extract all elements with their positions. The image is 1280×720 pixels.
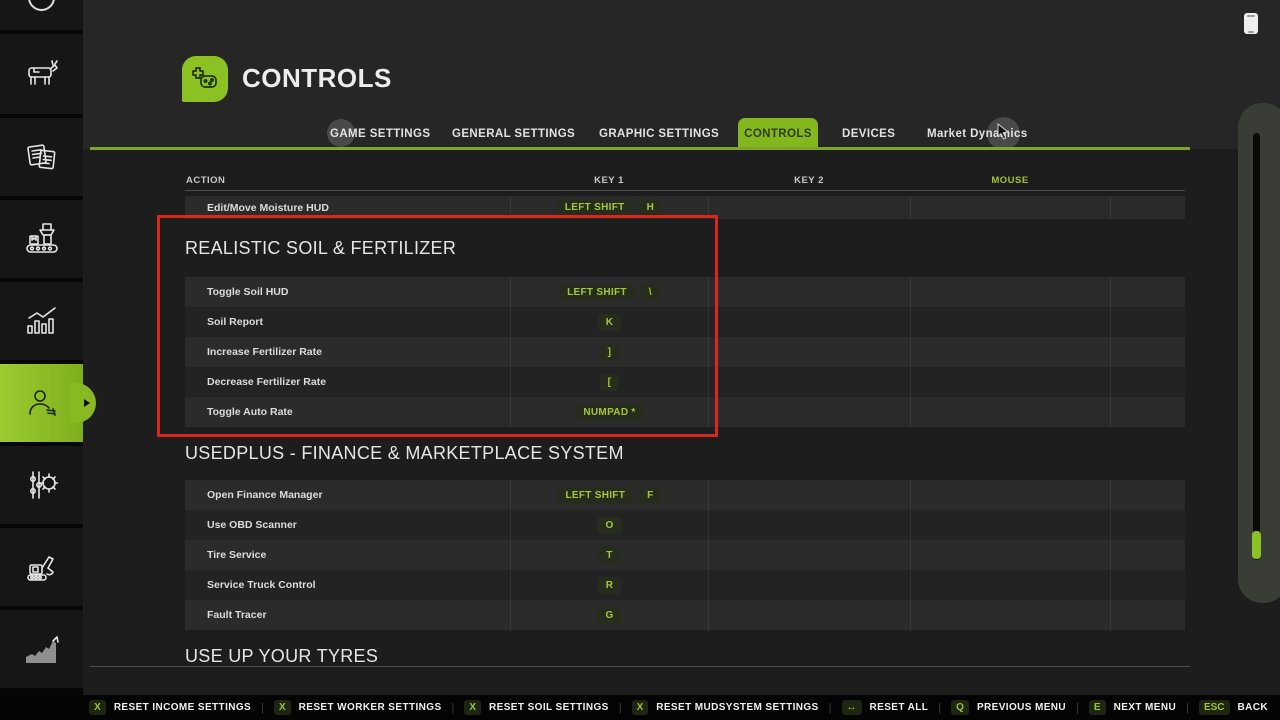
- hotkey-previous-menu[interactable]: Q PREVIOUS MENU: [951, 700, 1066, 715]
- sliders-gear-icon: [21, 464, 63, 506]
- growth-chart-icon: [20, 627, 64, 671]
- key-binding[interactable]: O: [597, 517, 621, 534]
- tabs-underline: [90, 147, 1190, 150]
- sidebar-item-clock[interactable]: [0, 0, 83, 30]
- key-binding[interactable]: H: [639, 199, 663, 216]
- mouse-cursor-icon: [997, 123, 1011, 140]
- production-icon: [21, 218, 63, 260]
- action-label: Open Finance Manager: [207, 489, 323, 501]
- separator: |: [452, 702, 455, 714]
- action-label: Fault Tracer: [207, 609, 267, 621]
- key-badge: E: [1089, 700, 1106, 715]
- gamepad-icon: [188, 62, 222, 96]
- column-header-key1: KEY 1: [510, 175, 708, 186]
- key-binding[interactable]: R: [598, 577, 622, 594]
- action-label: Use OBD Scanner: [207, 519, 297, 531]
- hotkey-reset-income-settings[interactable]: X RESET INCOME SETTINGS: [89, 700, 251, 715]
- column-header-action: ACTION: [186, 175, 225, 186]
- bottom-hotkey-bar: X RESET INCOME SETTINGS | X RESET WORKER…: [0, 695, 1280, 720]
- person-wrench-icon: [22, 383, 62, 423]
- separator: |: [1076, 702, 1079, 714]
- sidebar-item-finances[interactable]: [0, 610, 83, 688]
- hotkey-back[interactable]: ESC BACK: [1199, 700, 1268, 715]
- highlight-annotation-box: [157, 215, 718, 437]
- sidebar-item-statistics[interactable]: [0, 282, 83, 360]
- tab-devices[interactable]: DEVICES: [842, 118, 895, 149]
- key-binding[interactable]: LEFT SHIFT: [557, 199, 633, 216]
- excavator-icon: [21, 546, 63, 588]
- table-row[interactable]: Open Finance Manager LEFT SHIFT F: [185, 480, 1185, 510]
- sidebar-item-production[interactable]: [0, 200, 83, 278]
- separator: |: [829, 702, 832, 714]
- key-badge: X: [632, 700, 649, 715]
- key-binding[interactable]: F: [639, 487, 661, 504]
- sidebar-item-animals[interactable]: [0, 34, 83, 114]
- controls-header-icon-bubble: [182, 56, 228, 102]
- column-header-mouse: MOUSE: [910, 175, 1110, 186]
- table-row[interactable]: Fault Tracer G: [185, 600, 1185, 630]
- hotkey-next-menu[interactable]: E NEXT MENU: [1089, 700, 1176, 715]
- sidebar-item-construction[interactable]: [0, 528, 83, 606]
- key-badge: X: [464, 700, 481, 715]
- section-divider: [90, 666, 1190, 667]
- table-row[interactable]: Use OBD Scanner O: [185, 510, 1185, 540]
- active-tab-arrow-icon: [84, 399, 90, 407]
- action-label: Tire Service: [207, 549, 266, 561]
- separator: |: [1186, 702, 1189, 714]
- key-badge: ESC: [1199, 700, 1230, 715]
- hotkey-reset-all[interactable]: ↔ RESET ALL: [842, 700, 929, 715]
- key-badge: X: [274, 700, 291, 715]
- key-badge: X: [89, 700, 106, 715]
- sidebar-item-contracts[interactable]: [0, 118, 83, 196]
- scrollbar-thumb[interactable]: [1252, 531, 1261, 559]
- action-label: Edit/Move Moisture HUD: [207, 202, 329, 214]
- separator: |: [938, 702, 941, 714]
- tab-market-dynamics[interactable]: Market Dynamics: [927, 118, 1028, 149]
- key-binding[interactable]: T: [598, 547, 620, 564]
- tab-general-settings[interactable]: GENERAL SETTINGS: [452, 118, 575, 149]
- table-header-divider: [185, 190, 1185, 191]
- sidebar: [0, 0, 83, 695]
- hotkey-reset-worker-settings[interactable]: X RESET WORKER SETTINGS: [274, 700, 442, 715]
- column-header-key2: KEY 2: [708, 175, 910, 186]
- hotkey-reset-soil-settings[interactable]: X RESET SOIL SETTINGS: [464, 700, 608, 715]
- page-title: CONTROLS: [242, 63, 392, 94]
- tab-game-settings[interactable]: GAME SETTINGS: [330, 118, 430, 149]
- active-tab-bump: [70, 383, 96, 423]
- section-title: USEDPLUS - FINANCE & MARKETPLACE SYSTEM: [185, 443, 624, 464]
- sidebar-item-settings[interactable]: [0, 446, 83, 524]
- scrollbar-track[interactable]: [1253, 133, 1260, 560]
- sidebar-item-controls-help[interactable]: [0, 364, 83, 442]
- documents-icon: [21, 136, 63, 178]
- clock-icon: [28, 0, 55, 11]
- left-right-arrows-icon: ↔: [842, 700, 862, 715]
- separator: |: [261, 702, 264, 714]
- tab-graphic-settings[interactable]: GRAPHIC SETTINGS: [599, 118, 719, 149]
- tab-controls[interactable]: CONTROLS: [738, 118, 818, 149]
- separator: |: [619, 702, 622, 714]
- cow-icon: [22, 54, 62, 94]
- action-label: Service Truck Control: [207, 579, 316, 591]
- table-row[interactable]: Service Truck Control R: [185, 570, 1185, 600]
- bar-chart-icon: [21, 300, 63, 342]
- key-badge: Q: [951, 700, 969, 715]
- table-row[interactable]: Tire Service T: [185, 540, 1185, 570]
- section-title: USE UP YOUR TYRES: [185, 646, 378, 667]
- key-binding[interactable]: LEFT SHIFT: [557, 487, 633, 504]
- phone-icon[interactable]: [1244, 13, 1258, 34]
- hotkey-reset-mudsystem-settings[interactable]: X RESET MUDSYSTEM SETTINGS: [632, 700, 819, 715]
- controls-settings-screen: CONTROLS GAME SETTINGS GENERAL SETTINGS …: [0, 0, 1280, 720]
- key-binding[interactable]: G: [597, 607, 621, 624]
